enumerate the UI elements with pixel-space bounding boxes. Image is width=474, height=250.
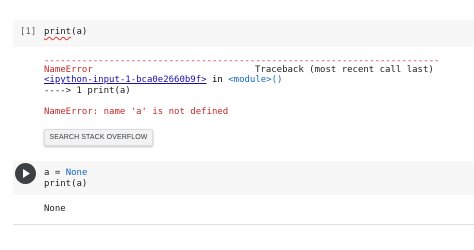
search-stack-overflow-button[interactable]: SEARCH STACK OVERFLOW [44, 129, 153, 146]
error-name: NameError [44, 65, 93, 75]
code-function: print [44, 27, 72, 37]
traceback-arrow-line: ----> 1 print(a) [44, 86, 131, 96]
run-cell-button[interactable] [15, 163, 36, 184]
module-link[interactable]: <module>() [228, 75, 282, 85]
error-message: NameError: name 'a' is not defined [44, 107, 229, 117]
cell2-code-line-2[interactable]: print(a) [44, 179, 87, 190]
code-assign: a = [44, 168, 66, 178]
execution-count: [1] [20, 27, 37, 37]
in-text: in [206, 75, 229, 85]
play-icon [23, 169, 30, 178]
ipython-input-link[interactable]: <ipython-input-1-bca0e2660b9f> [44, 75, 207, 85]
code-none-keyword: None [65, 168, 88, 178]
cell2-code-line-1[interactable]: a = None [44, 168, 87, 179]
cell-code[interactable]: print(a) [44, 27, 87, 38]
cell2-output: None [44, 204, 66, 214]
code-cell-1: [1] print(a) ---------------------------… [0, 0, 474, 157]
code-args: (a) [71, 27, 88, 37]
cell2-output-area [13, 195, 474, 225]
traceback-location: <ipython-input-1-bca0e2660b9f> in <modul… [44, 75, 282, 86]
